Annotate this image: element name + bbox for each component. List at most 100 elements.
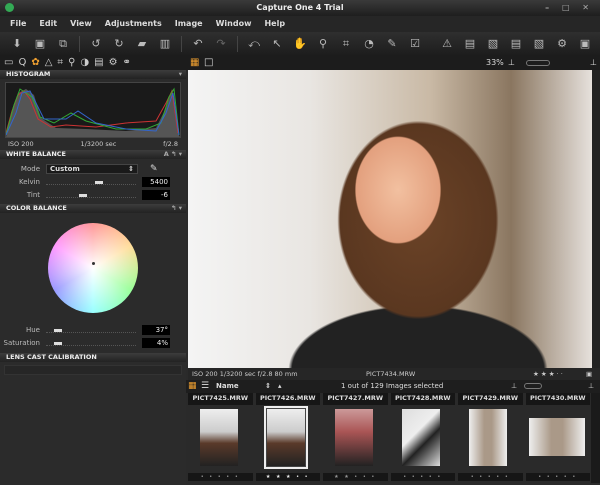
thumb-size-large-icon[interactable]: ⊥ — [588, 380, 594, 393]
color-tab-icon[interactable]: ✿ — [31, 56, 39, 70]
sort-direction-icon[interactable]: ▴ — [278, 380, 282, 393]
import-icon[interactable]: ⬇ — [10, 37, 24, 51]
thumb-rating[interactable]: • • • • • — [390, 473, 455, 481]
window-title: Capture One 4 Trial — [256, 3, 344, 12]
crop-icon[interactable]: ⌗ — [339, 37, 353, 51]
star-rating[interactable]: ★ ★ ★ · · — [533, 368, 563, 380]
thumb-size-small-icon[interactable]: ⊥ — [511, 380, 517, 393]
hue-slider[interactable] — [46, 327, 136, 333]
export-icon[interactable]: ⧉ — [56, 37, 70, 51]
select-cursor-icon[interactable]: ↖ — [270, 37, 284, 51]
capture-icon[interactable]: ▣ — [33, 37, 47, 51]
browser-scrollbar[interactable] — [591, 393, 600, 483]
rotate-left-icon[interactable]: ↺ — [89, 37, 103, 51]
color-wheel-point[interactable] — [92, 262, 95, 265]
thumb-rating[interactable]: • • • • • — [458, 473, 523, 481]
color-tag-icon[interactable]: ▣ — [586, 368, 592, 380]
batch-tab-icon[interactable]: ⚭ — [123, 56, 131, 70]
thumb-size-slider[interactable] — [524, 383, 542, 389]
window-controls[interactable]: – □ ✕ — [545, 0, 594, 16]
crop-tab-icon[interactable]: ⌗ — [57, 56, 63, 70]
thumb-rating[interactable]: • • • • • — [525, 473, 590, 481]
thumbnail[interactable] — [523, 405, 590, 473]
panel-options-icon[interactable]: A ↰ ▾ — [164, 150, 182, 159]
menu-help[interactable]: Help — [264, 16, 285, 32]
slider-knob[interactable] — [95, 180, 104, 184]
saturation-slider[interactable] — [46, 340, 136, 346]
app-icon — [5, 3, 14, 12]
menu-image[interactable]: Image — [175, 16, 203, 32]
trash-icon[interactable]: ▥ — [158, 37, 172, 51]
panel-options-icon[interactable]: ↰ ▾ — [171, 204, 182, 213]
lens-cast-select[interactable] — [4, 365, 182, 375]
slider-knob[interactable] — [54, 341, 63, 345]
kelvin-value[interactable]: 5400 — [142, 176, 170, 187]
thumbnail[interactable] — [253, 405, 320, 473]
color-balance-header[interactable]: COLOR BALANCE ↰ ▾ — [0, 204, 186, 213]
menu-edit[interactable]: Edit — [39, 16, 57, 32]
settings-icon[interactable]: ⚙ — [555, 37, 569, 51]
process-check-icon[interactable]: ▧ — [486, 37, 500, 51]
focus-tab-icon[interactable]: ⚲ — [68, 56, 75, 70]
thumb-filename: PICT7428.MRW — [390, 393, 455, 405]
tint-slider[interactable] — [46, 192, 136, 198]
exposure-tab-icon[interactable]: △ — [45, 56, 53, 70]
histogram-header[interactable]: HISTOGRAM ▾ — [0, 70, 186, 79]
grid-view-icon[interactable]: ▦ — [188, 380, 197, 393]
image-viewer[interactable] — [188, 70, 592, 368]
thumb-filename: PICT7430.MRW — [525, 393, 590, 405]
list-view-icon[interactable]: ☰ — [201, 380, 209, 393]
viewer-scrollbar[interactable] — [592, 70, 600, 368]
slider-knob[interactable] — [78, 193, 87, 197]
thumbnail[interactable] — [455, 405, 522, 473]
picker-icon[interactable]: ✎ — [385, 37, 399, 51]
zoom-icon[interactable]: ⚲ — [316, 37, 330, 51]
library-tab-icon[interactable]: ▭ — [4, 56, 13, 70]
thumbnail[interactable] — [321, 405, 388, 473]
capture-tab-icon[interactable]: Q — [18, 56, 26, 70]
straighten-icon[interactable]: ◔ — [362, 37, 376, 51]
thumb-rating[interactable]: • • • • • — [188, 473, 253, 481]
eyedropper-icon[interactable]: ✎ — [150, 164, 158, 174]
zoom-out-icon[interactable]: ⊥ — [508, 56, 515, 70]
variant-check-icon[interactable]: ▧ — [532, 37, 546, 51]
saturation-value[interactable]: 4% — [142, 337, 170, 348]
reset-icon[interactable]: ⤺ — [247, 37, 261, 51]
warning-icon[interactable]: ⚠ — [440, 37, 454, 51]
chevron-down-icon[interactable]: ▾ — [179, 70, 182, 79]
output-tab-icon[interactable]: ⚙ — [109, 56, 118, 70]
pan-hand-icon[interactable]: ✋ — [293, 37, 307, 51]
zoom-slider[interactable] — [526, 60, 550, 66]
color-wheel[interactable] — [48, 223, 138, 313]
single-view-icon[interactable]: □ — [204, 56, 213, 70]
white-balance-header[interactable]: WHITE BALANCE A ↰ ▾ — [0, 150, 186, 159]
zoom-in-icon[interactable]: ⊥ — [590, 56, 597, 70]
thumb-rating[interactable]: ★ ★ • • • — [323, 473, 388, 481]
lens-cast-header[interactable]: LENS CAST CALIBRATION — [0, 353, 186, 362]
process-icon[interactable]: ▤ — [463, 37, 477, 51]
sort-select[interactable]: Name ⇕ — [216, 381, 271, 391]
metadata-tab-icon[interactable]: ▤ — [94, 56, 103, 70]
mode-select[interactable]: Custom ⇕ — [46, 163, 138, 174]
menu-file[interactable]: File — [10, 16, 26, 32]
fullscreen-icon[interactable]: ▣ — [578, 37, 592, 51]
redo-icon[interactable]: ↷ — [214, 37, 228, 51]
thumb-rating[interactable]: ★ ★ ★ • • — [255, 473, 320, 481]
move-to-folder-icon[interactable]: ▰ — [135, 37, 149, 51]
multi-view-icon[interactable]: ▦ — [190, 56, 199, 70]
keystone-icon[interactable]: ☑ — [408, 37, 422, 51]
undo-icon[interactable]: ↶ — [191, 37, 205, 51]
slider-knob[interactable] — [54, 328, 63, 332]
menu-window[interactable]: Window — [216, 16, 252, 32]
detail-tab-icon[interactable]: ◑ — [80, 56, 89, 70]
thumbnail[interactable] — [186, 405, 253, 473]
menu-view[interactable]: View — [70, 16, 92, 32]
variant-icon[interactable]: ▤ — [509, 37, 523, 51]
hue-value[interactable]: 37° — [142, 324, 170, 335]
divider — [237, 36, 238, 52]
thumbnail[interactable] — [388, 405, 455, 473]
menu-adjustments[interactable]: Adjustments — [105, 16, 162, 32]
rotate-right-icon[interactable]: ↻ — [112, 37, 126, 51]
tint-value[interactable]: -6 — [142, 189, 170, 200]
kelvin-slider[interactable] — [46, 179, 136, 185]
